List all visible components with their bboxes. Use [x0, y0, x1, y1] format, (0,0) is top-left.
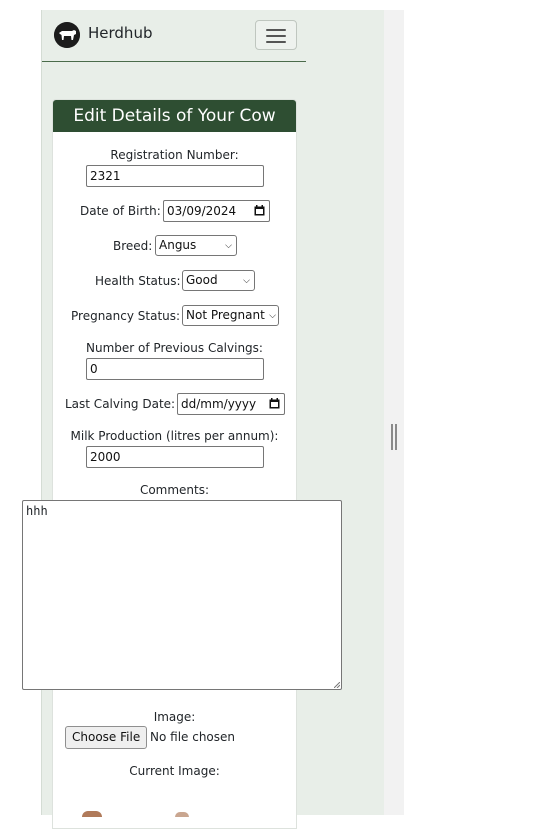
current-image-label: Current Image:	[129, 764, 220, 778]
resize-handle[interactable]	[391, 424, 397, 450]
image-label: Image:	[153, 710, 196, 724]
brand-name[interactable]: Herdhub	[88, 24, 152, 42]
calendar-icon[interactable]	[254, 205, 265, 216]
comments-label: Comments:	[139, 483, 210, 497]
cow-icon[interactable]	[54, 22, 80, 48]
health-status-value: Good	[186, 273, 218, 287]
breed-label: Breed:	[113, 239, 153, 253]
hamburger-icon-bar	[266, 35, 286, 37]
registration-number-input[interactable]: 2321	[86, 165, 264, 187]
comments-value: hhh	[26, 504, 48, 518]
registration-label: Registration Number:	[110, 148, 239, 162]
resize-grip-icon[interactable]	[334, 682, 340, 688]
hamburger-icon-bar	[266, 41, 286, 43]
edit-cow-card: Edit Details of Your Cow Registration Nu…	[52, 99, 297, 829]
page-margin	[0, 0, 41, 815]
health-status-label: Health Status:	[95, 274, 181, 288]
card-title: Edit Details of Your Cow	[53, 100, 296, 132]
calendar-icon[interactable]	[269, 398, 280, 409]
milk-production-label: Milk Production (litres per annum):	[70, 429, 279, 443]
dob-value: 03/09/2024	[167, 204, 237, 218]
pregnancy-status-value: Not Pregnant	[186, 308, 265, 322]
last-calving-placeholder: dd/mm/yyyy	[181, 397, 257, 411]
chevron-down-icon: ⌵	[225, 241, 232, 251]
date-of-birth-input[interactable]: 03/09/2024	[163, 200, 270, 222]
side-panel	[384, 10, 404, 815]
calvings-label: Number of Previous Calvings:	[86, 341, 263, 355]
navbar-toggler-button[interactable]	[255, 20, 297, 50]
breed-value: Angus	[159, 238, 197, 252]
chevron-down-icon: ⌵	[243, 276, 250, 286]
dob-label: Date of Birth:	[80, 204, 161, 218]
pregnancy-status-select[interactable]: Not Pregnant ⌵	[182, 305, 279, 326]
health-status-select[interactable]: Good ⌵	[182, 270, 255, 291]
chevron-down-icon: ⌵	[269, 311, 276, 321]
milk-production-input[interactable]: 2000	[86, 446, 264, 468]
hamburger-icon	[266, 29, 286, 31]
comments-textarea[interactable]: hhh	[22, 500, 342, 690]
pregnancy-status-label: Pregnancy Status:	[71, 309, 181, 323]
navbar: Herdhub	[42, 10, 306, 62]
last-calving-date-input[interactable]: dd/mm/yyyy	[177, 393, 285, 415]
mobile-viewport: Herdhub Edit Details of Your Cow Registr…	[41, 10, 385, 829]
no-file-text: No file chosen	[150, 730, 236, 744]
breed-select[interactable]: Angus ⌵	[155, 235, 237, 256]
last-calving-label: Last Calving Date:	[65, 397, 176, 411]
previous-calvings-input[interactable]: 0	[86, 358, 264, 380]
choose-file-button[interactable]: Choose File	[65, 726, 148, 749]
current-image	[82, 811, 102, 817]
